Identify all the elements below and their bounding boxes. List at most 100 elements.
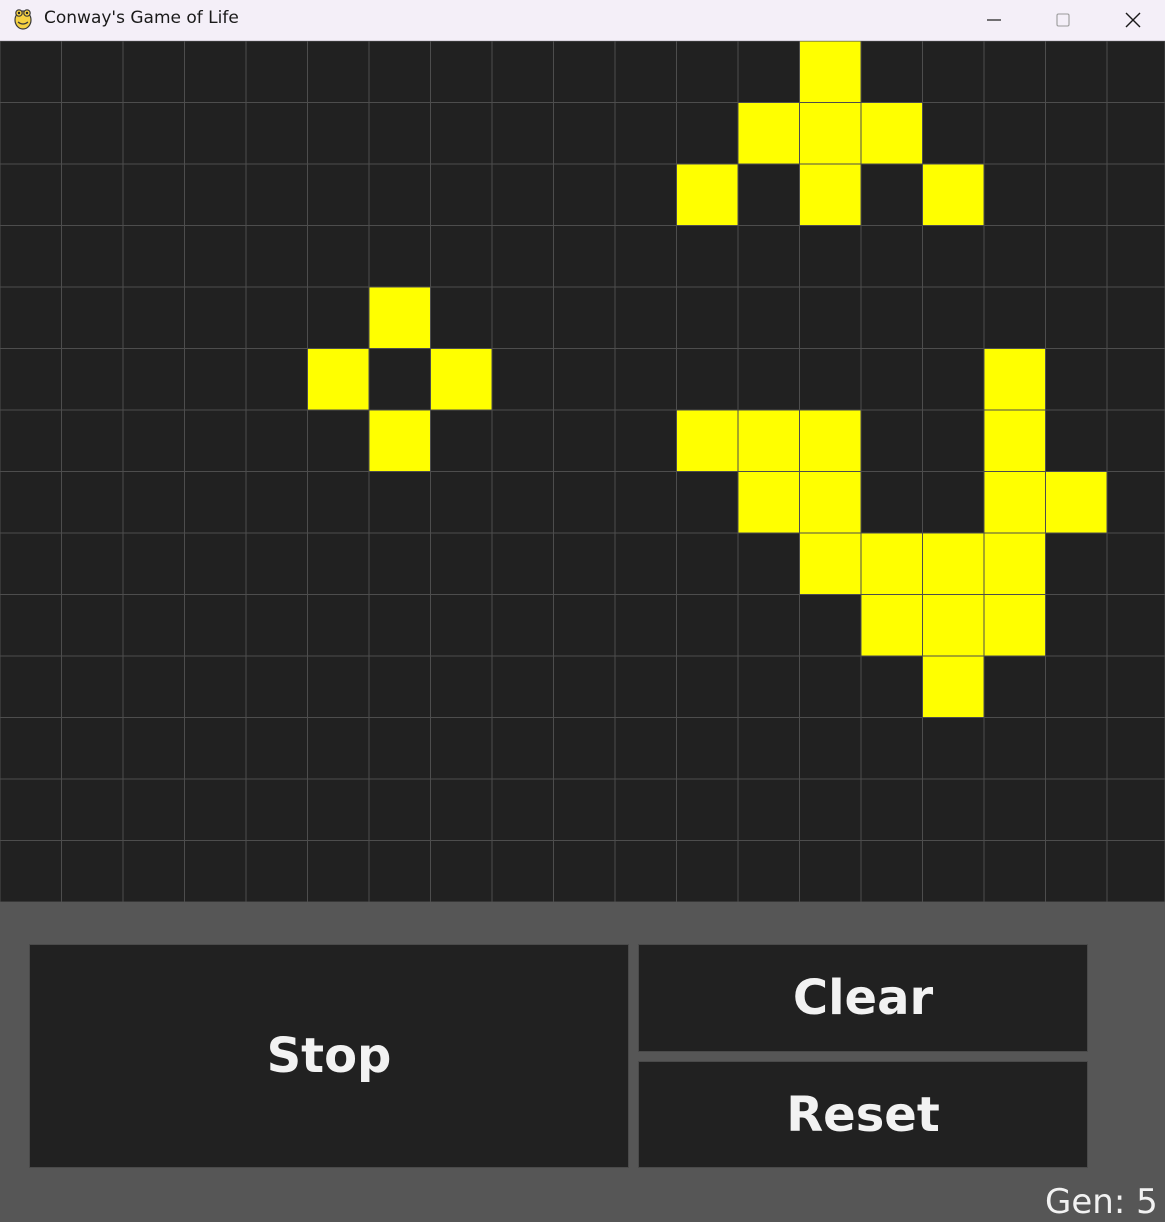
dead-cell[interactable]	[61, 471, 124, 534]
dead-cell[interactable]	[122, 409, 185, 472]
dead-cell[interactable]	[491, 409, 554, 472]
dead-cell[interactable]	[184, 286, 247, 349]
dead-cell[interactable]	[61, 532, 124, 595]
dead-cell[interactable]	[122, 532, 185, 595]
dead-cell[interactable]	[0, 286, 62, 349]
dead-cell[interactable]	[61, 41, 124, 103]
dead-cell[interactable]	[122, 348, 185, 411]
dead-cell[interactable]	[1045, 778, 1108, 841]
dead-cell[interactable]	[61, 102, 124, 165]
dead-cell[interactable]	[553, 286, 616, 349]
clear-button[interactable]: Clear	[638, 944, 1088, 1052]
dead-cell[interactable]	[737, 41, 800, 103]
dead-cell[interactable]	[983, 102, 1046, 165]
dead-cell[interactable]	[737, 163, 800, 226]
reset-button[interactable]: Reset	[638, 1061, 1088, 1168]
dead-cell[interactable]	[122, 102, 185, 165]
dead-cell[interactable]	[61, 840, 124, 903]
dead-cell[interactable]	[307, 102, 370, 165]
dead-cell[interactable]	[799, 655, 862, 718]
dead-cell[interactable]	[553, 102, 616, 165]
live-cell[interactable]	[430, 348, 493, 411]
dead-cell[interactable]	[61, 225, 124, 288]
dead-cell[interactable]	[983, 655, 1046, 718]
dead-cell[interactable]	[0, 717, 62, 780]
dead-cell[interactable]	[122, 225, 185, 288]
live-cell[interactable]	[983, 348, 1046, 411]
dead-cell[interactable]	[368, 41, 431, 103]
dead-cell[interactable]	[307, 717, 370, 780]
dead-cell[interactable]	[368, 655, 431, 718]
dead-cell[interactable]	[614, 41, 677, 103]
dead-cell[interactable]	[368, 471, 431, 534]
live-cell[interactable]	[922, 655, 985, 718]
dead-cell[interactable]	[553, 163, 616, 226]
dead-cell[interactable]	[614, 471, 677, 534]
dead-cell[interactable]	[1045, 655, 1108, 718]
dead-cell[interactable]	[860, 163, 923, 226]
dead-cell[interactable]	[0, 778, 62, 841]
dead-cell[interactable]	[184, 41, 247, 103]
maximize-button[interactable]	[1029, 0, 1097, 40]
dead-cell[interactable]	[1045, 532, 1108, 595]
dead-cell[interactable]	[1106, 348, 1165, 411]
dead-cell[interactable]	[245, 717, 308, 780]
dead-cell[interactable]	[737, 225, 800, 288]
dead-cell[interactable]	[1045, 286, 1108, 349]
dead-cell[interactable]	[860, 41, 923, 103]
live-cell[interactable]	[860, 594, 923, 657]
live-cell[interactable]	[922, 532, 985, 595]
dead-cell[interactable]	[491, 41, 554, 103]
dead-cell[interactable]	[922, 225, 985, 288]
dead-cell[interactable]	[307, 286, 370, 349]
dead-cell[interactable]	[614, 594, 677, 657]
live-cell[interactable]	[983, 532, 1046, 595]
dead-cell[interactable]	[737, 778, 800, 841]
dead-cell[interactable]	[307, 840, 370, 903]
dead-cell[interactable]	[860, 778, 923, 841]
dead-cell[interactable]	[245, 225, 308, 288]
dead-cell[interactable]	[614, 163, 677, 226]
live-cell[interactable]	[922, 594, 985, 657]
live-cell[interactable]	[368, 409, 431, 472]
dead-cell[interactable]	[737, 655, 800, 718]
dead-cell[interactable]	[614, 778, 677, 841]
dead-cell[interactable]	[430, 471, 493, 534]
live-cell[interactable]	[799, 532, 862, 595]
dead-cell[interactable]	[430, 225, 493, 288]
dead-cell[interactable]	[983, 778, 1046, 841]
live-cell[interactable]	[368, 286, 431, 349]
dead-cell[interactable]	[368, 717, 431, 780]
dead-cell[interactable]	[0, 348, 62, 411]
dead-cell[interactable]	[430, 655, 493, 718]
dead-cell[interactable]	[553, 594, 616, 657]
live-cell[interactable]	[983, 409, 1046, 472]
dead-cell[interactable]	[614, 655, 677, 718]
dead-cell[interactable]	[1106, 409, 1165, 472]
dead-cell[interactable]	[922, 102, 985, 165]
dead-cell[interactable]	[799, 225, 862, 288]
live-cell[interactable]	[737, 102, 800, 165]
dead-cell[interactable]	[0, 532, 62, 595]
dead-cell[interactable]	[122, 594, 185, 657]
dead-cell[interactable]	[1106, 594, 1165, 657]
dead-cell[interactable]	[430, 41, 493, 103]
dead-cell[interactable]	[122, 286, 185, 349]
live-cell[interactable]	[860, 532, 923, 595]
dead-cell[interactable]	[307, 41, 370, 103]
dead-cell[interactable]	[368, 840, 431, 903]
dead-cell[interactable]	[1045, 102, 1108, 165]
dead-cell[interactable]	[491, 163, 554, 226]
dead-cell[interactable]	[184, 778, 247, 841]
dead-cell[interactable]	[1106, 655, 1165, 718]
stop-button[interactable]: Stop	[29, 944, 629, 1168]
dead-cell[interactable]	[799, 594, 862, 657]
dead-cell[interactable]	[61, 409, 124, 472]
dead-cell[interactable]	[1106, 778, 1165, 841]
dead-cell[interactable]	[553, 225, 616, 288]
dead-cell[interactable]	[1045, 41, 1108, 103]
dead-cell[interactable]	[737, 594, 800, 657]
live-cell[interactable]	[737, 409, 800, 472]
dead-cell[interactable]	[553, 471, 616, 534]
live-cell[interactable]	[983, 594, 1046, 657]
